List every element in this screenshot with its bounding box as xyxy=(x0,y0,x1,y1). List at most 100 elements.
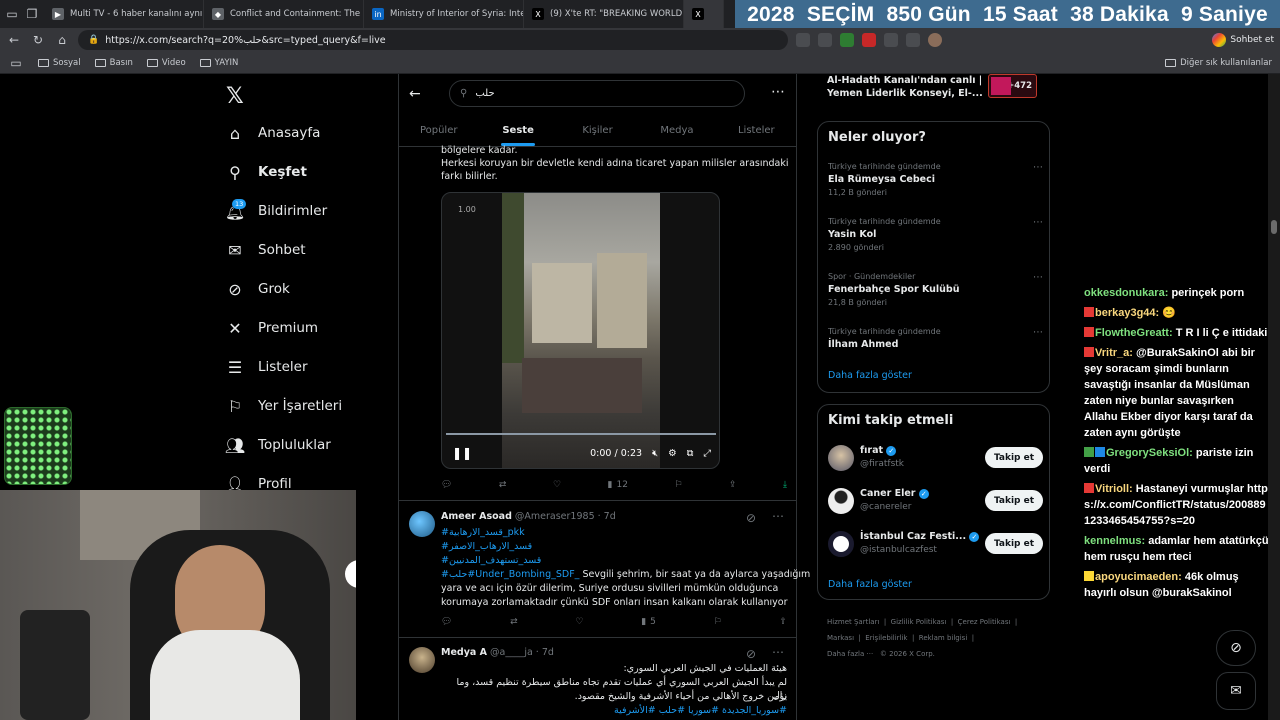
extension-icon[interactable] xyxy=(796,33,810,47)
browser-tab[interactable]: X(9) X'te RT: "BREAKING WORLD EX✕ xyxy=(524,0,684,28)
bookmark-folder[interactable]: Basın xyxy=(94,58,133,68)
author-handle[interactable]: @Ameraser1985 · 7d xyxy=(515,511,616,522)
video-player[interactable]: 1.00 ❚❚ 0:00 / 0:23 🔇︎ ⚙ ⧉ ⤢ xyxy=(441,192,720,469)
footer-link[interactable]: Reklam bilgisi xyxy=(919,634,968,642)
author-handle[interactable]: @a____ja · 7d xyxy=(490,647,554,658)
profile-avatar-icon[interactable] xyxy=(928,33,942,47)
x-logo-icon[interactable]: 𝕏 xyxy=(226,84,244,109)
nav-grok[interactable]: ⊘ Grok xyxy=(226,280,290,299)
messages-floating-button[interactable]: ✉ xyxy=(1216,672,1256,710)
settings-gear-icon[interactable]: ⚙ xyxy=(668,448,677,459)
bookmark-menu-icon[interactable]: ▭ xyxy=(8,55,24,71)
favorite-star-icon[interactable] xyxy=(906,33,920,47)
hashtag[interactable]: #قسد_الارهاب_الاصفر xyxy=(441,540,532,553)
footer-link[interactable]: Hizmet Şartları xyxy=(827,618,879,626)
nav-home[interactable]: ⌂ Anasayfa xyxy=(226,124,320,143)
hashtag[interactable]: #قسد_تستهدف_المدنيين xyxy=(441,554,541,567)
extension-icon[interactable] xyxy=(840,33,854,47)
author-name[interactable]: Medya A xyxy=(441,647,487,658)
tab-popular[interactable]: Popüler xyxy=(399,114,478,146)
bookmark-icon[interactable]: ⚐ xyxy=(674,480,682,490)
hashtag[interactable]: #قسد_الارهابية_pkk xyxy=(441,526,525,539)
follow-suggestion[interactable]: fırat ✓ @firatfstk Takip et xyxy=(828,441,1043,477)
more-options-icon[interactable]: ⋯ xyxy=(772,509,784,523)
like-icon[interactable]: ♡ xyxy=(553,480,561,490)
nav-chat[interactable]: ✉ Sohbet xyxy=(226,241,305,260)
nav-communities[interactable]: 👥︎ Topluluklar xyxy=(225,436,331,455)
browser-tab[interactable]: ▶Multi TV - 6 haber kanalını aynı an✕ xyxy=(44,0,204,28)
footer-link[interactable]: Markası xyxy=(827,634,854,642)
more-options-icon[interactable]: ⋯ xyxy=(1033,217,1043,228)
extension-icon[interactable] xyxy=(884,33,898,47)
follow-button[interactable]: Takip et xyxy=(985,447,1043,468)
like-icon[interactable]: ♡ xyxy=(575,617,583,627)
avatar[interactable] xyxy=(409,647,435,673)
scrollbar-thumb[interactable] xyxy=(1271,220,1277,234)
tab-media[interactable]: Medya xyxy=(637,114,716,146)
grok-floating-button[interactable]: ⊘ xyxy=(1216,630,1256,666)
tab-people[interactable]: Kişiler xyxy=(558,114,637,146)
trend-item[interactable]: Türkiye tarihinde gündemde Yasin Kol 2.890… xyxy=(828,217,1043,252)
show-more-link[interactable]: Daha fazla göster xyxy=(828,370,912,381)
live-event-item[interactable]: Al-Hadath Kanalı'ndan canlı | Yemen Lide… xyxy=(827,74,1037,100)
page-scrollbar[interactable] xyxy=(1268,74,1280,720)
more-options-icon[interactable]: ⋯ xyxy=(772,645,784,659)
hashtag[interactable]: #Under_Bombing_SDF_ xyxy=(467,569,579,580)
bookmark-icon[interactable]: ⚐ xyxy=(714,617,722,627)
post[interactable]: Ameer Asoad @Ameraser1985 · 7d ⊘ ⋯ #قسد_… xyxy=(399,500,810,637)
footer-link[interactable]: Erişilebilirlik xyxy=(865,634,907,642)
tab-live[interactable]: Seste xyxy=(478,114,557,146)
pause-icon[interactable]: ❚❚ xyxy=(452,446,472,460)
mute-icon[interactable]: 🔇︎ xyxy=(652,448,658,459)
follow-suggestion[interactable]: Caner Eler ✓ @canereler Takip et xyxy=(828,484,1043,520)
post[interactable]: Medya A @a____ja · 7d ⊘ ⋯ هيئة العمليات … xyxy=(399,637,796,720)
avatar[interactable] xyxy=(828,488,854,514)
video-progress-bar[interactable] xyxy=(446,433,716,435)
tab-lists[interactable]: Listeler xyxy=(717,114,796,146)
repost-icon[interactable]: ⇄ xyxy=(499,480,507,490)
footer-link[interactable]: Gizlilik Politikası xyxy=(891,618,947,626)
grok-icon[interactable]: ⊘ xyxy=(746,511,756,525)
other-bookmarks[interactable]: Diğer sık kullanılanlar xyxy=(1165,58,1272,68)
more-options-icon[interactable]: ⋯ xyxy=(1033,162,1043,173)
views-button[interactable]: ▮ 5 xyxy=(641,617,656,627)
extension-icon[interactable] xyxy=(818,33,832,47)
nav-explore[interactable]: ⚲ Keşfet xyxy=(226,163,307,182)
nav-lists[interactable]: ☰ Listeler xyxy=(226,358,308,377)
follow-button[interactable]: Takip et xyxy=(985,533,1043,554)
avatar[interactable] xyxy=(828,531,854,557)
nav-bookmarks[interactable]: ⚐ Yer İşaretleri xyxy=(226,397,342,416)
bookmark-folder[interactable]: Video xyxy=(146,58,186,68)
follow-suggestion[interactable]: İstanbul Caz Festi... ✓ @istanbulcazfest… xyxy=(828,527,1043,563)
bookmark-folder[interactable]: YAYIN xyxy=(199,58,238,68)
nav-premium[interactable]: ✕ Premium xyxy=(226,319,318,338)
home-icon[interactable]: ⌂ xyxy=(54,32,70,48)
picture-in-picture-icon[interactable]: ⧉ xyxy=(687,448,694,459)
url-field[interactable]: 🔒 https://x.com/search?q=20%حلب&src=typed… xyxy=(78,30,788,50)
back-arrow-icon[interactable]: ← xyxy=(409,86,421,102)
footer-link[interactable]: Çerez Politikası xyxy=(958,618,1011,626)
fullscreen-icon[interactable]: ⤢ xyxy=(703,448,711,459)
share-icon[interactable]: ⇪ xyxy=(729,480,737,490)
hashtags[interactable]: #سوريا_الجديدة #سوريا #حلب #الأشرفية xyxy=(441,704,787,717)
follow-button[interactable]: Takip et xyxy=(985,490,1043,511)
trend-item[interactable]: Türkiye tarihinde gündemde İlham Ahmed ⋯ xyxy=(828,327,1043,350)
download-icon[interactable]: ⤓ xyxy=(783,480,787,490)
show-more-link[interactable]: Daha fazla göster xyxy=(828,579,912,590)
trend-item[interactable]: Spor · Gündemdekiler Fenerbahçe Spor Kulü… xyxy=(828,272,1043,307)
extension-icon[interactable] xyxy=(862,33,876,47)
avatar[interactable] xyxy=(409,511,435,537)
workspaces-icon[interactable]: ❐ xyxy=(24,6,40,22)
browser-tab-active[interactable]: X xyxy=(684,0,724,28)
views-button[interactable]: ▮ 12 xyxy=(608,480,628,490)
bookmark-folder[interactable]: Sosyal xyxy=(38,58,81,68)
reload-icon[interactable]: ↻ xyxy=(30,32,46,48)
back-icon[interactable]: ← xyxy=(6,32,22,48)
tab-actions-icon[interactable]: ▭ xyxy=(4,6,20,22)
grok-icon[interactable]: ⊘ xyxy=(746,647,756,661)
trend-item[interactable]: Türkiye tarihinde gündemde Ela Rümeysa Ce… xyxy=(828,162,1043,197)
avatar[interactable] xyxy=(828,445,854,471)
repost-icon[interactable]: ⇄ xyxy=(510,617,518,627)
more-options-icon[interactable]: ⋯ xyxy=(1033,327,1043,338)
share-icon[interactable]: ⇪ xyxy=(779,617,787,627)
